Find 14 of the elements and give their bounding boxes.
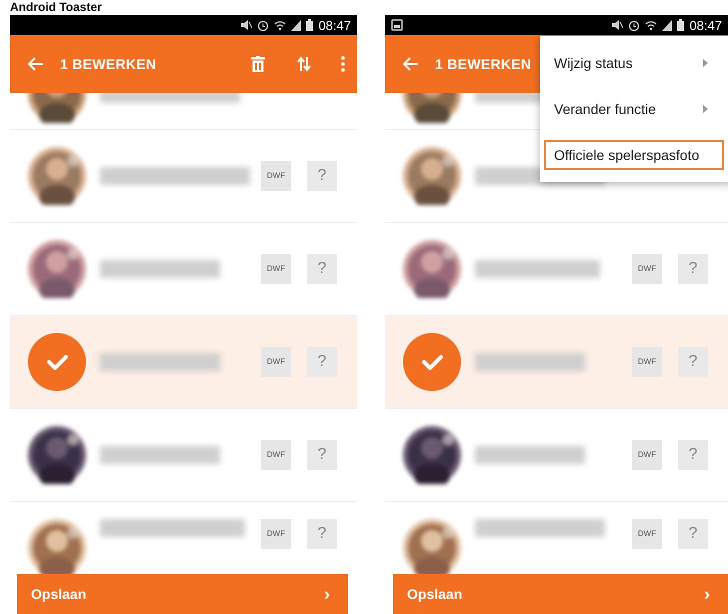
tag-label: DWF xyxy=(632,519,662,549)
tag-label: DWF xyxy=(632,254,662,284)
tag-label: DWF xyxy=(261,347,291,377)
clock-time: 08:47 xyxy=(318,18,351,32)
tag-label: DWF xyxy=(632,347,662,377)
clock-time: 08:47 xyxy=(689,18,722,32)
tag-label: DWF xyxy=(632,440,662,470)
tag-label: DWF xyxy=(261,440,291,470)
tag-label: DWF xyxy=(261,519,291,549)
toolbar-title: 1 BEWERKEN xyxy=(60,54,156,74)
page-title: Android Toaster xyxy=(9,0,103,15)
tag-label: DWF xyxy=(261,254,291,284)
tag-label: DWF xyxy=(261,161,291,191)
toolbar-title: 1 BEWERKEN xyxy=(435,54,532,74)
